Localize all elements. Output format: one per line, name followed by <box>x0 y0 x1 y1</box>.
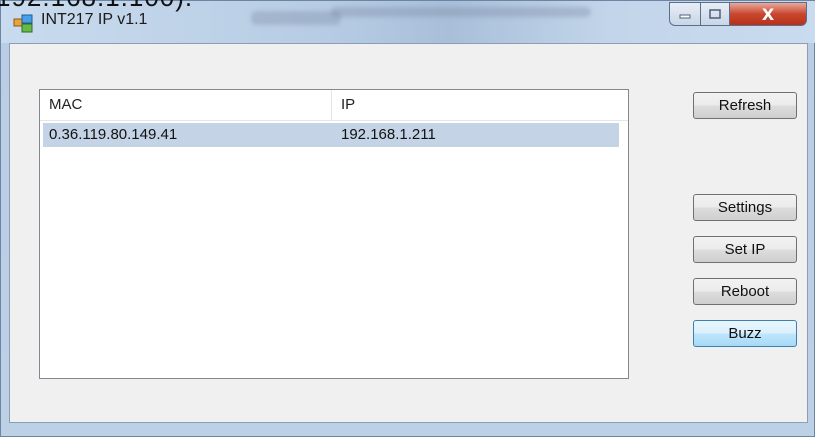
minimize-icon <box>679 14 691 19</box>
cropped-text-fragment: 192.168.1.100). <box>0 0 193 13</box>
set-ip-button[interactable]: Set IP <box>693 236 797 263</box>
list-item-mac: 0.36.119.80.149.41 <box>49 126 178 143</box>
settings-button[interactable]: Settings <box>693 194 797 221</box>
device-list[interactable]: MAC IP 0.36.119.80.149.41 192.168.1.211 <box>39 89 629 379</box>
list-header: MAC IP <box>40 90 628 121</box>
app-window-icon <box>13 14 33 33</box>
maximize-button[interactable] <box>700 2 730 26</box>
app-window: INT217 IP v1.1 X MAC IP 0.36.119.80.149.… <box>0 0 815 437</box>
titlebar-blur <box>331 7 591 17</box>
refresh-button[interactable]: Refresh <box>693 92 797 119</box>
window-title: INT217 IP v1.1 <box>41 11 148 28</box>
reboot-button[interactable]: Reboot <box>693 278 797 305</box>
client-area: MAC IP 0.36.119.80.149.41 192.168.1.211 … <box>9 43 808 423</box>
close-button[interactable]: X <box>729 2 807 26</box>
titlebar-blur <box>251 11 341 25</box>
buzz-button[interactable]: Buzz <box>693 320 797 347</box>
close-icon: X <box>761 4 775 24</box>
minimize-button[interactable] <box>669 2 701 26</box>
list-item-ip: 192.168.1.211 <box>341 126 436 143</box>
column-header-ip[interactable]: IP <box>332 90 628 120</box>
list-item[interactable]: 0.36.119.80.149.41 192.168.1.211 <box>43 123 619 147</box>
caption-buttons: X <box>669 2 808 28</box>
maximize-icon <box>709 9 721 19</box>
column-header-mac[interactable]: MAC <box>40 90 332 120</box>
